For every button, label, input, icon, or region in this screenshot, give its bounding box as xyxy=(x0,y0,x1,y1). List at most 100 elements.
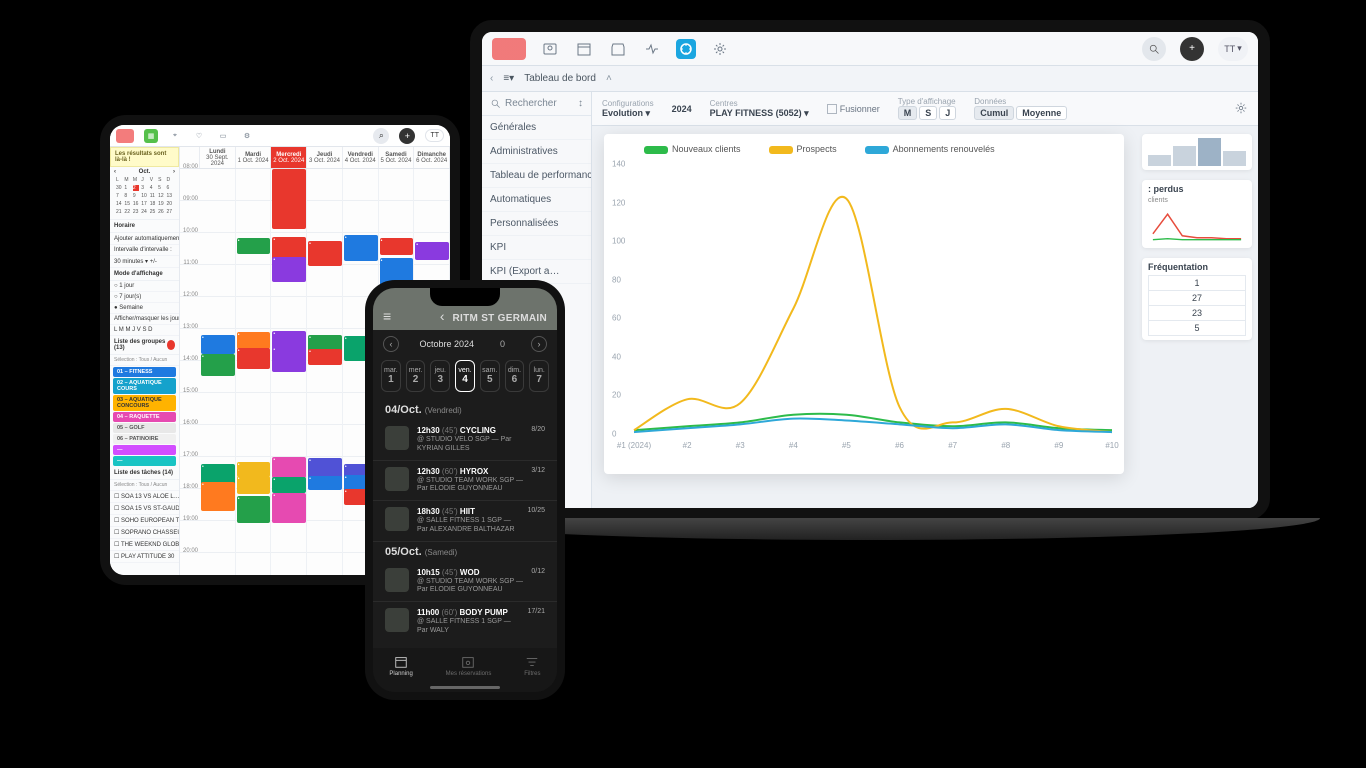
schedule-event[interactable]: • xyxy=(415,242,449,259)
task-item[interactable]: ☐ SOA 15 VS ST-GAUDENS… xyxy=(110,503,179,515)
day-pill[interactable]: mar.1 xyxy=(381,360,401,392)
menu-icon[interactable]: ≡ xyxy=(383,308,391,324)
day-header[interactable]: Vendredi4 Oct. 2024 xyxy=(343,147,379,168)
tab-filters[interactable]: Filtres xyxy=(524,655,540,677)
schedule-event[interactable]: • xyxy=(201,335,235,354)
heart-icon[interactable]: ♡ xyxy=(192,129,206,143)
sidebar-item[interactable]: Générales xyxy=(482,116,591,140)
class-list[interactable]: 04/Oct. (Vendredi) 12h30 (45') CYCLING @… xyxy=(373,400,557,640)
group-chip[interactable]: 02 – AQUATIQUE COURS xyxy=(113,378,176,394)
gear-icon[interactable]: ⚙ xyxy=(240,129,254,143)
day-header[interactable]: Jeudi3 Oct. 2024 xyxy=(307,147,343,168)
tab-reservations[interactable]: Mes réservations xyxy=(446,655,492,677)
dashboard-icon[interactable] xyxy=(676,39,696,59)
config-select[interactable]: Configurations Evolution ▾ xyxy=(602,99,654,119)
schedule-event[interactable]: • xyxy=(237,348,271,368)
mini-calendar[interactable]: ‹Oct.› LMMJVSD 30123456 78910111213 1415… xyxy=(110,167,179,220)
day-pill[interactable]: dim.6 xyxy=(505,360,525,392)
auto-add[interactable]: Ajouter automatiquement ▾ xyxy=(110,233,179,245)
month-prev[interactable]: ‹ xyxy=(383,336,399,352)
store-icon[interactable] xyxy=(608,39,628,59)
day-header[interactable]: Mercredi2 Oct. 2024 xyxy=(271,147,307,168)
display-type-toggle[interactable]: Type d'affichage M S J xyxy=(898,97,957,120)
schedule-event[interactable]: • xyxy=(237,462,271,476)
tasks-filter[interactable]: Sélection : Tous / Aucun xyxy=(110,480,179,491)
schedule-event[interactable] xyxy=(272,169,306,229)
sidebar-item[interactable]: Personnalisées xyxy=(482,212,591,236)
task-item[interactable]: ☐ SOA 13 VS ALOE L… xyxy=(110,491,179,503)
task-item[interactable]: ☐ PLAY ATTITUDE 30 xyxy=(110,551,179,563)
mask-days[interactable]: L M M J V S D xyxy=(110,325,179,336)
schedule-event[interactable]: • xyxy=(237,496,271,523)
day-pill[interactable]: jeu.3 xyxy=(430,360,450,392)
schedule-event[interactable]: • xyxy=(237,238,271,254)
merge-checkbox[interactable]: Fusionner xyxy=(827,104,880,114)
add-button[interactable]: + xyxy=(1180,37,1204,61)
sidebar-item[interactable]: Tableau de performance xyxy=(482,164,591,188)
schedule-event[interactable]: • xyxy=(237,332,271,349)
account-menu[interactable]: TT xyxy=(425,129,444,142)
mode-radio[interactable]: ○ 7 jour(s) xyxy=(110,292,179,303)
sidebar-search[interactable]: Rechercher ↕ xyxy=(482,92,591,116)
search-button[interactable]: ⌕ xyxy=(373,128,389,144)
group-chip[interactable]: 06 – PATINOIRE xyxy=(113,434,176,444)
schedule-event[interactable]: • xyxy=(272,257,306,282)
activity-icon[interactable] xyxy=(642,39,662,59)
schedule-event[interactable]: • xyxy=(308,241,342,267)
list-icon[interactable]: ≡▾ xyxy=(503,73,514,84)
schedule-event[interactable]: • xyxy=(272,493,306,523)
schedule-event[interactable]: • xyxy=(272,457,306,477)
sidebar-item[interactable]: Administratives xyxy=(482,140,591,164)
groups-header[interactable]: Liste des groupes (13) xyxy=(110,336,179,355)
back-icon[interactable]: ‹ xyxy=(440,308,445,324)
year-select[interactable]: 2024 xyxy=(672,104,692,114)
schedule-event[interactable]: • xyxy=(272,477,306,493)
add-button[interactable]: + xyxy=(399,128,415,144)
mode-radio[interactable]: ● Semaine xyxy=(110,303,179,314)
group-chip[interactable]: 01 – FITNESS xyxy=(113,367,176,377)
schedule-event[interactable]: • xyxy=(237,476,271,494)
group-chip[interactable]: 03 – AQUATIQUE CONCOURS xyxy=(113,395,176,411)
calendar-icon[interactable]: ▦ xyxy=(144,129,158,143)
task-item[interactable]: ☐ THE WEEKND GLOBAL STAD… xyxy=(110,539,179,551)
day-header[interactable]: Dimanche6 Oct. 2024 xyxy=(414,147,450,168)
day-pill[interactable]: mer.2 xyxy=(406,360,426,392)
schedule-event[interactable]: • xyxy=(344,235,378,261)
chart-area[interactable]: 020406080100120140#1 (2024)#2#3#4#5#6#7#… xyxy=(634,164,1112,434)
class-item[interactable]: 12h30 (45') CYCLING @ STUDIO VELO SGP — … xyxy=(373,420,557,461)
tasks-header[interactable]: Liste des tâches (14) xyxy=(110,467,179,480)
group-chip[interactable]: 05 – GOLF xyxy=(113,423,176,433)
class-item[interactable]: 18h30 (45') HIIT @ SALLE FITNESS 1 SGP —… xyxy=(373,501,557,542)
schedule-event[interactable]: • xyxy=(201,354,235,376)
group-chip[interactable]: 04 – RAQUETTE xyxy=(113,412,176,422)
sidebar-item[interactable]: KPI xyxy=(482,236,591,260)
schedule-event[interactable]: • xyxy=(308,349,342,365)
search-button[interactable] xyxy=(1142,37,1166,61)
day-pill[interactable]: ven.4 xyxy=(455,360,475,392)
gear-icon[interactable] xyxy=(1234,101,1248,117)
schedule-event[interactable]: • xyxy=(308,476,342,490)
task-item[interactable]: ☐ SOHO EUROPEAN TOUR xyxy=(110,515,179,527)
schedule-event[interactable]: • xyxy=(380,238,414,255)
class-item[interactable]: 10h15 (45') WOD @ STUDIO TEAM WORK SGP —… xyxy=(373,562,557,603)
calendar-icon[interactable] xyxy=(574,39,594,59)
group-chip[interactable]: — xyxy=(113,445,176,455)
account-menu[interactable]: TT▾ xyxy=(1218,37,1248,61)
data-toggle[interactable]: Données Cumul Moyenne xyxy=(974,97,1067,120)
back-icon[interactable]: ‹ xyxy=(490,73,493,84)
day-strip[interactable]: mar.1mer.2jeu.3ven.4sam.5dim.6lun.7 xyxy=(373,358,557,400)
mode-radio[interactable]: ○ 1 jour xyxy=(110,281,179,292)
group-chip[interactable]: — xyxy=(113,456,176,466)
settings-icon[interactable] xyxy=(710,39,730,59)
interval-select[interactable]: 30 minutes ▾ +/- xyxy=(110,256,179,268)
chevron-up-icon[interactable]: ˄ xyxy=(606,73,612,84)
day-header[interactable]: Lundi30 Sept. 2024 xyxy=(200,147,236,168)
class-item[interactable]: 11h00 (60') BODY PUMP @ SALLE FITNESS 1 … xyxy=(373,602,557,640)
class-item[interactable]: 12h30 (60') HYROX @ STUDIO TEAM WORK SGP… xyxy=(373,461,557,502)
pin-icon[interactable]: ⌖ xyxy=(168,129,182,143)
day-pill[interactable]: lun.7 xyxy=(529,360,549,392)
centre-select[interactable]: Centres PLAY FITNESS (5052) ▾ xyxy=(710,99,809,119)
groups-filter[interactable]: Sélection : Tous / Aucun xyxy=(110,355,179,366)
month-next[interactable]: › xyxy=(531,336,547,352)
ticket-icon[interactable]: ▭ xyxy=(216,129,230,143)
